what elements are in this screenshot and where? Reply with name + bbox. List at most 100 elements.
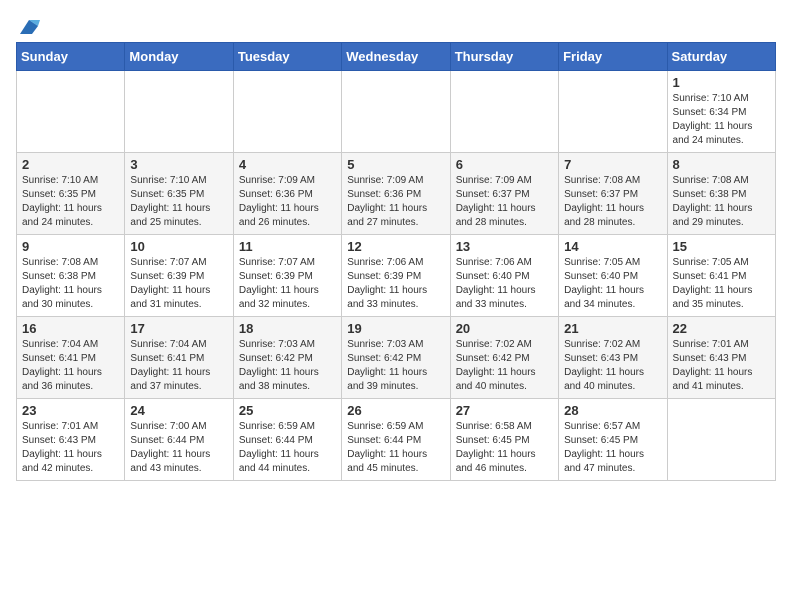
day-number: 13 — [456, 239, 553, 254]
calendar-cell — [17, 71, 125, 153]
day-number: 2 — [22, 157, 119, 172]
calendar-cell: 4 Sunrise: 7:09 AM Sunset: 6:36 PM Daylig… — [233, 153, 341, 235]
calendar-cell: 10Sunrise: 7:07 AM Sunset: 6:39 PM Dayli… — [125, 235, 233, 317]
calendar-cell — [450, 71, 558, 153]
day-info: Sunrise: 7:05 AM Sunset: 6:40 PM Dayligh… — [564, 256, 661, 312]
calendar-header-monday: Monday — [125, 43, 233, 71]
day-number: 6 — [456, 157, 553, 172]
logo — [16, 16, 40, 34]
day-info: Sunrise: 7:08 AM Sunset: 6:38 PM Dayligh… — [673, 174, 770, 230]
calendar-cell: 1 Sunrise: 7:10 AM Sunset: 6:34 PM Daylig… — [667, 71, 775, 153]
calendar-cell: 14 Sunrise: 7:05 AM Sunset: 6:40 PM Dayli… — [559, 235, 667, 317]
day-number: 27 — [456, 403, 553, 418]
day-number: 4 — [239, 157, 336, 172]
calendar-header-wednesday: Wednesday — [342, 43, 450, 71]
calendar-cell — [667, 399, 775, 481]
calendar-cell: 7 Sunrise: 7:08 AM Sunset: 6:37 PM Daylig… — [559, 153, 667, 235]
calendar-week-2: 9Sunrise: 7:08 AM Sunset: 6:38 PM Daylig… — [17, 235, 776, 317]
day-info: Sunrise: 7:02 AM Sunset: 6:42 PM Dayligh… — [456, 338, 553, 394]
calendar-cell: 2 Sunrise: 7:10 AM Sunset: 6:35 PM Daylig… — [17, 153, 125, 235]
day-info: Sunrise: 7:03 AM Sunset: 6:42 PM Dayligh… — [347, 338, 444, 394]
day-number: 18 — [239, 321, 336, 336]
day-number: 24 — [130, 403, 227, 418]
calendar-cell: 16 Sunrise: 7:04 AM Sunset: 6:41 PM Dayli… — [17, 317, 125, 399]
day-number: 17 — [130, 321, 227, 336]
calendar-week-3: 16 Sunrise: 7:04 AM Sunset: 6:41 PM Dayli… — [17, 317, 776, 399]
day-info: Sunrise: 7:07 AM Sunset: 6:39 PM Dayligh… — [239, 256, 336, 312]
day-info: Sunrise: 6:58 AM Sunset: 6:45 PM Dayligh… — [456, 420, 553, 476]
day-info: Sunrise: 6:57 AM Sunset: 6:45 PM Dayligh… — [564, 420, 661, 476]
day-number: 28 — [564, 403, 661, 418]
calendar-cell — [233, 71, 341, 153]
calendar-cell: 15 Sunrise: 7:05 AM Sunset: 6:41 PM Dayli… — [667, 235, 775, 317]
day-number: 5 — [347, 157, 444, 172]
day-number: 11 — [239, 239, 336, 254]
calendar-header-tuesday: Tuesday — [233, 43, 341, 71]
calendar-cell: 23 Sunrise: 7:01 AM Sunset: 6:43 PM Dayli… — [17, 399, 125, 481]
calendar-cell — [125, 71, 233, 153]
calendar-header-sunday: Sunday — [17, 43, 125, 71]
day-info: Sunrise: 7:09 AM Sunset: 6:36 PM Dayligh… — [239, 174, 336, 230]
day-info: Sunrise: 7:04 AM Sunset: 6:41 PM Dayligh… — [22, 338, 119, 394]
day-number: 16 — [22, 321, 119, 336]
day-info: Sunrise: 7:01 AM Sunset: 6:43 PM Dayligh… — [22, 420, 119, 476]
calendar-cell: 28 Sunrise: 6:57 AM Sunset: 6:45 PM Dayli… — [559, 399, 667, 481]
day-number: 10 — [130, 239, 227, 254]
day-info: Sunrise: 7:08 AM Sunset: 6:37 PM Dayligh… — [564, 174, 661, 230]
day-info: Sunrise: 6:59 AM Sunset: 6:44 PM Dayligh… — [347, 420, 444, 476]
day-number: 25 — [239, 403, 336, 418]
day-number: 14 — [564, 239, 661, 254]
calendar-cell: 24 Sunrise: 7:00 AM Sunset: 6:44 PM Dayli… — [125, 399, 233, 481]
day-number: 21 — [564, 321, 661, 336]
day-info: Sunrise: 6:59 AM Sunset: 6:44 PM Dayligh… — [239, 420, 336, 476]
calendar-cell: 26 Sunrise: 6:59 AM Sunset: 6:44 PM Dayli… — [342, 399, 450, 481]
calendar-cell: 18 Sunrise: 7:03 AM Sunset: 6:42 PM Dayli… — [233, 317, 341, 399]
day-info: Sunrise: 7:03 AM Sunset: 6:42 PM Dayligh… — [239, 338, 336, 394]
day-info: Sunrise: 7:09 AM Sunset: 6:36 PM Dayligh… — [347, 174, 444, 230]
calendar-header-thursday: Thursday — [450, 43, 558, 71]
calendar: SundayMondayTuesdayWednesdayThursdayFrid… — [16, 42, 776, 481]
day-info: Sunrise: 7:00 AM Sunset: 6:44 PM Dayligh… — [130, 420, 227, 476]
day-number: 7 — [564, 157, 661, 172]
day-info: Sunrise: 7:06 AM Sunset: 6:40 PM Dayligh… — [456, 256, 553, 312]
calendar-header-row: SundayMondayTuesdayWednesdayThursdayFrid… — [17, 43, 776, 71]
calendar-cell: 27 Sunrise: 6:58 AM Sunset: 6:45 PM Dayli… — [450, 399, 558, 481]
calendar-cell: 5 Sunrise: 7:09 AM Sunset: 6:36 PM Daylig… — [342, 153, 450, 235]
day-number: 15 — [673, 239, 770, 254]
calendar-header-friday: Friday — [559, 43, 667, 71]
calendar-cell: 9Sunrise: 7:08 AM Sunset: 6:38 PM Daylig… — [17, 235, 125, 317]
day-number: 19 — [347, 321, 444, 336]
day-number: 12 — [347, 239, 444, 254]
calendar-week-0: 1 Sunrise: 7:10 AM Sunset: 6:34 PM Daylig… — [17, 71, 776, 153]
day-number: 20 — [456, 321, 553, 336]
calendar-cell: 19 Sunrise: 7:03 AM Sunset: 6:42 PM Dayli… — [342, 317, 450, 399]
day-number: 26 — [347, 403, 444, 418]
day-number: 3 — [130, 157, 227, 172]
calendar-cell: 17 Sunrise: 7:04 AM Sunset: 6:41 PM Dayli… — [125, 317, 233, 399]
day-number: 8 — [673, 157, 770, 172]
day-info: Sunrise: 7:04 AM Sunset: 6:41 PM Dayligh… — [130, 338, 227, 394]
day-number: 9 — [22, 239, 119, 254]
day-number: 1 — [673, 75, 770, 90]
day-info: Sunrise: 7:02 AM Sunset: 6:43 PM Dayligh… — [564, 338, 661, 394]
day-info: Sunrise: 7:10 AM Sunset: 6:35 PM Dayligh… — [22, 174, 119, 230]
calendar-cell: 12 Sunrise: 7:06 AM Sunset: 6:39 PM Dayli… — [342, 235, 450, 317]
day-info: Sunrise: 7:10 AM Sunset: 6:34 PM Dayligh… — [673, 92, 770, 148]
day-number: 23 — [22, 403, 119, 418]
day-info: Sunrise: 7:10 AM Sunset: 6:35 PM Dayligh… — [130, 174, 227, 230]
day-info: Sunrise: 7:01 AM Sunset: 6:43 PM Dayligh… — [673, 338, 770, 394]
day-info: Sunrise: 7:09 AM Sunset: 6:37 PM Dayligh… — [456, 174, 553, 230]
calendar-cell: 20 Sunrise: 7:02 AM Sunset: 6:42 PM Dayli… — [450, 317, 558, 399]
logo-icon — [18, 16, 40, 38]
calendar-cell: 8 Sunrise: 7:08 AM Sunset: 6:38 PM Daylig… — [667, 153, 775, 235]
day-info: Sunrise: 7:06 AM Sunset: 6:39 PM Dayligh… — [347, 256, 444, 312]
day-number: 22 — [673, 321, 770, 336]
calendar-cell: 13 Sunrise: 7:06 AM Sunset: 6:40 PM Dayli… — [450, 235, 558, 317]
calendar-cell: 21 Sunrise: 7:02 AM Sunset: 6:43 PM Dayli… — [559, 317, 667, 399]
header — [16, 16, 776, 34]
calendar-week-4: 23 Sunrise: 7:01 AM Sunset: 6:43 PM Dayli… — [17, 399, 776, 481]
calendar-cell — [342, 71, 450, 153]
calendar-cell: 22 Sunrise: 7:01 AM Sunset: 6:43 PM Dayli… — [667, 317, 775, 399]
calendar-cell — [559, 71, 667, 153]
day-info: Sunrise: 7:05 AM Sunset: 6:41 PM Dayligh… — [673, 256, 770, 312]
